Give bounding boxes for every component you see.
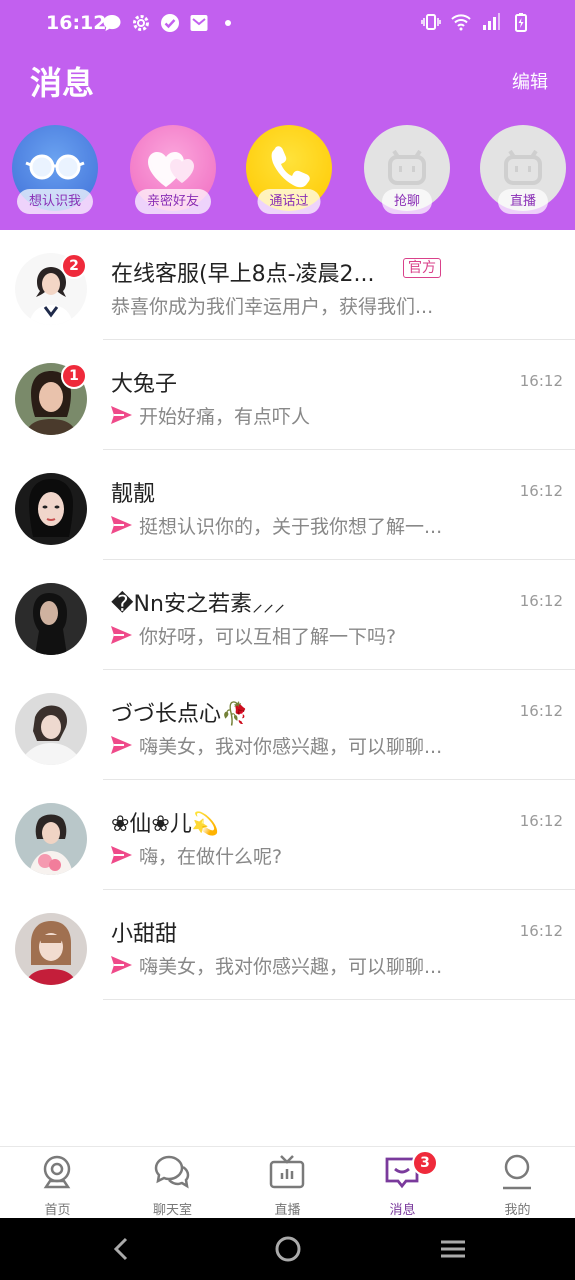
list-item[interactable]: づづ长点心🥀 16:12 嗨美女，我对你感兴趣，可以聊聊...: [0, 670, 575, 780]
quick-entry-live[interactable]: 直播: [478, 125, 568, 217]
avatar: [15, 803, 87, 875]
send-arrow-icon: [110, 955, 133, 975]
contact-name: �Nn安之若素⸝⸝⸝: [111, 592, 285, 617]
send-arrow-icon: [110, 625, 133, 645]
back-icon[interactable]: [107, 1234, 137, 1264]
send-arrow-icon: [110, 405, 133, 425]
quick-entry-intimate-friends[interactable]: 亲密好友: [128, 125, 218, 217]
send-arrow-icon: [110, 735, 133, 755]
home-icon[interactable]: [273, 1234, 303, 1264]
contact-name: 小甜甜: [111, 922, 178, 947]
tab-messages[interactable]: 3 消息: [345, 1147, 460, 1219]
divider: [103, 999, 575, 1000]
page-title: 消息: [30, 64, 95, 102]
avatar: [15, 913, 87, 985]
avatar: [15, 473, 87, 545]
tab-live[interactable]: 直播: [230, 1147, 345, 1219]
message-preview: 恭喜你成为我们幸运用户，获得我们...: [111, 296, 434, 318]
message-preview: 嗨美女，我对你感兴趣，可以聊聊...: [139, 956, 443, 978]
message-time: 16:12: [519, 702, 563, 720]
message-time: 16:12: [519, 482, 563, 500]
quick-entry-label: 通话过: [257, 189, 321, 214]
quick-entry-label: 想认识我: [16, 189, 94, 214]
gear-icon: [131, 13, 151, 33]
wifi-icon: [451, 12, 471, 32]
list-item[interactable]: �Nn安之若素⸝⸝⸝ 16:12 你好呀，可以互相了解一下吗?: [0, 560, 575, 670]
tab-home[interactable]: 首页: [0, 1147, 115, 1219]
quick-entry-called[interactable]: 通话过: [244, 125, 334, 217]
status-bar: 16:12: [0, 0, 575, 48]
list-item[interactable]: 小甜甜 16:12 嗨美女，我对你感兴趣，可以聊聊...: [0, 890, 575, 1000]
status-time: 16:12: [46, 12, 107, 34]
contact-name: ❀仙❀儿💫: [111, 812, 220, 837]
tab-profile[interactable]: 我的: [460, 1147, 575, 1219]
list-item[interactable]: 靓靓 16:12 挺想认识你的，关于我你想了解一...: [0, 450, 575, 560]
battery-charging-icon: [511, 12, 531, 32]
message-preview: 开始好痛，有点吓人: [139, 406, 311, 428]
system-nav-bar: [0, 1218, 575, 1280]
edit-button[interactable]: 编辑: [512, 68, 548, 94]
chat-bubble-icon: [102, 13, 122, 33]
unread-badge: 2: [61, 253, 87, 279]
message-list: 2 在线客服(早上8点-凌晨2... 官方 恭喜你成为我们幸运用户，获得我们..…: [0, 230, 575, 1000]
avatar: [15, 583, 87, 655]
unread-badge: 1: [61, 363, 87, 389]
quick-entry-label: 直播: [497, 189, 549, 214]
quick-entry-grab-chat[interactable]: 抢聊: [362, 125, 452, 217]
recents-icon[interactable]: [438, 1234, 468, 1264]
tab-badge: 3: [412, 1150, 438, 1176]
contact-name: 靓靓: [111, 482, 156, 507]
tv-icon: [268, 1153, 306, 1191]
list-item[interactable]: 2 在线客服(早上8点-凌晨2... 官方 恭喜你成为我们幸运用户，获得我们..…: [0, 230, 575, 340]
message-preview: 挺想认识你的，关于我你想了解一...: [139, 516, 443, 538]
contact-name: 在线客服(早上8点-凌晨2...: [111, 262, 375, 287]
message-time: 16:12: [519, 922, 563, 940]
message-preview: 嗨美女，我对你感兴趣，可以聊聊...: [139, 736, 443, 758]
message-time: 16:12: [519, 592, 563, 610]
official-tag: 官方: [403, 258, 441, 278]
message-preview: 你好呀，可以互相了解一下吗?: [139, 626, 397, 648]
tab-label: 首页: [44, 1203, 71, 1218]
contact-name: 大兔子: [111, 372, 178, 397]
status-left-icons: [102, 13, 238, 33]
tab-chatroom[interactable]: 聊天室: [115, 1147, 230, 1219]
tab-label: 我的: [504, 1203, 531, 1218]
send-arrow-icon: [110, 515, 133, 535]
quick-entries: 想认识我 亲密好友 通话过 抢聊 直播: [0, 125, 575, 220]
avatar: [15, 693, 87, 765]
signal-icon: [481, 12, 501, 32]
bottom-nav: 首页 聊天室 直播 3 消息 我的: [0, 1146, 575, 1218]
message-preview: 嗨，在做什么呢?: [139, 846, 283, 868]
dot-icon: [218, 13, 238, 33]
chat-bubbles-icon: [153, 1153, 191, 1191]
message-time: 16:12: [519, 372, 563, 390]
profile-icon: [498, 1153, 536, 1191]
contact-name: づづ长点心🥀: [111, 702, 249, 727]
quick-entry-label: 亲密好友: [134, 189, 212, 214]
message-time: 16:12: [519, 812, 563, 830]
tab-label: 聊天室: [152, 1203, 192, 1218]
send-arrow-icon: [110, 845, 133, 865]
mail-icon: [189, 13, 209, 33]
check-circle-icon: [160, 13, 180, 33]
vibrate-icon: [421, 12, 441, 32]
tab-label: 直播: [274, 1203, 301, 1218]
status-right-icons: [421, 12, 531, 32]
tab-label: 消息: [389, 1203, 416, 1218]
quick-entry-label: 抢聊: [381, 189, 433, 214]
list-item[interactable]: ❀仙❀儿💫 16:12 嗨，在做什么呢?: [0, 780, 575, 890]
webcam-icon: [38, 1153, 76, 1191]
header: 16:12 消息 编辑 想认识我 亲密好友 通话过 抢聊 直播: [0, 0, 575, 230]
list-item[interactable]: 1 大兔子 16:12 开始好痛，有点吓人: [0, 340, 575, 450]
quick-entry-want-to-know-me[interactable]: 想认识我: [10, 125, 100, 217]
